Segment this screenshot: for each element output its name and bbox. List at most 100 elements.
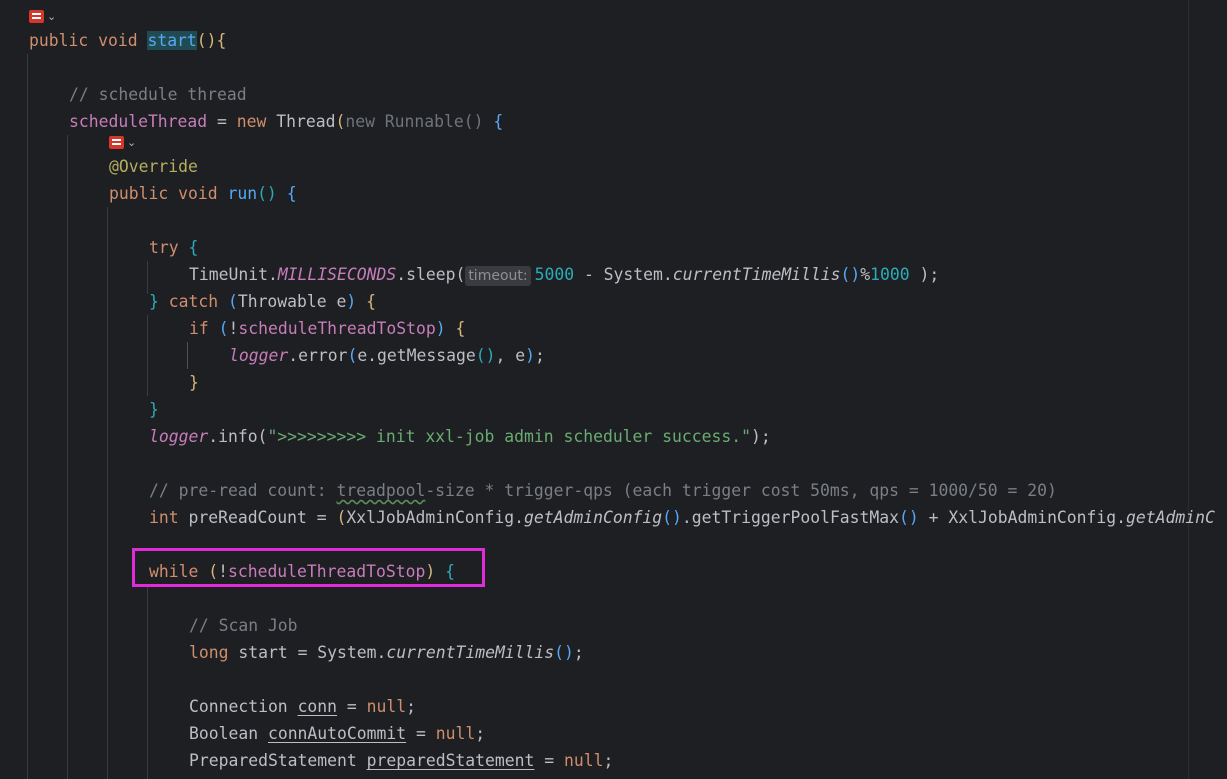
punctuation: );: [750, 427, 771, 446]
implementation-marker[interactable]: ⌄: [109, 136, 136, 149]
annotation: @Override: [109, 157, 198, 176]
class-name[interactable]: XxlJobAdminConfig.: [346, 508, 524, 527]
code-line: scheduleThread = new Thread(new Runnable…: [69, 108, 503, 135]
paren: (): [899, 508, 919, 527]
method-call[interactable]: e.getMessage: [357, 346, 475, 365]
code-line: TimeUnit.MILLISECONDS.sleep(timeout: 5000…: [189, 261, 939, 288]
method-call[interactable]: .sleep(: [396, 265, 465, 284]
code-line: Boolean connAutoCommit = null;: [189, 720, 485, 747]
code-editor[interactable]: ⌄ ⌄ public void start(){ // schedule thr…: [0, 0, 1227, 779]
class-name[interactable]: Runnable(): [375, 112, 493, 131]
brace: {: [286, 184, 297, 203]
brace: {: [493, 112, 504, 131]
class-name[interactable]: - System.: [574, 265, 673, 284]
method-name[interactable]: run: [227, 184, 257, 203]
indent-guide: [147, 315, 148, 396]
keyword: void: [98, 31, 138, 50]
method-call[interactable]: .error: [288, 346, 347, 365]
paren: (: [336, 508, 347, 527]
brace: }: [149, 292, 159, 311]
keyword: int: [149, 508, 179, 527]
right-margin-guide: [1188, 0, 1189, 779]
comment: // pre-read count:: [149, 481, 337, 500]
static-method[interactable]: getAdminConfig: [524, 508, 662, 527]
method-call[interactable]: .info(: [208, 427, 267, 446]
string-literal: ">>>>>>>>> init xxl-job admin scheduler …: [267, 427, 751, 446]
punctuation: ;: [406, 697, 417, 716]
code-line: Connection conn = null;: [189, 693, 416, 720]
keyword: long: [189, 643, 229, 662]
keyword: new: [345, 112, 375, 131]
method-call[interactable]: .getTriggerPoolFastMax: [682, 508, 899, 527]
comment: -size * trigger-qps (each trigger cost 5…: [425, 481, 1057, 500]
class-name[interactable]: + XxlJobAdminConfig.: [919, 508, 1126, 527]
code-line: try {: [149, 234, 198, 261]
paren: ): [346, 292, 357, 311]
code-line: logger.error(e.getMessage(), e);: [229, 342, 545, 369]
keyword: null: [435, 724, 476, 743]
chevron-down-icon[interactable]: ⌄: [47, 10, 56, 23]
keyword: catch: [158, 292, 228, 311]
code-line: } catch (Throwable e) {: [149, 288, 376, 315]
static-field[interactable]: logger: [149, 427, 208, 446]
code-line: public void run() {: [109, 180, 297, 207]
number: 1000: [870, 265, 910, 284]
brace: (){: [196, 31, 227, 50]
paren: (: [218, 319, 229, 338]
punctuation: );: [909, 265, 940, 284]
paren: (): [662, 508, 682, 527]
class-name[interactable]: TimeUnit.: [189, 265, 278, 284]
operator: =: [406, 724, 436, 743]
paren: (): [840, 265, 861, 284]
code-line: PreparedStatement preparedStatement = nu…: [189, 747, 613, 774]
static-method[interactable]: getAdminC: [1126, 508, 1215, 527]
method-name[interactable]: start: [147, 31, 197, 50]
implementation-marker[interactable]: ⌄: [29, 10, 56, 23]
static-method[interactable]: currentTimeMillis: [673, 265, 841, 284]
static-method[interactable]: currentTimeMillis: [386, 643, 554, 662]
paren: (): [554, 643, 574, 662]
field[interactable]: scheduleThreadToStop: [238, 319, 435, 338]
operator: =: [207, 112, 237, 131]
brace: {: [188, 238, 199, 257]
variable[interactable]: conn: [298, 697, 337, 716]
keyword: void: [178, 184, 218, 203]
code-line: public void start(){: [29, 27, 226, 54]
code-line: // schedule thread: [69, 81, 247, 108]
paren: ): [435, 319, 446, 338]
paren: ): [525, 346, 535, 365]
parameter-hint: timeout:: [465, 266, 531, 286]
static-field[interactable]: MILLISECONDS: [278, 265, 396, 284]
keyword: null: [366, 697, 407, 716]
number: 5000: [534, 265, 575, 284]
variable[interactable]: preReadCount =: [188, 508, 336, 527]
variable[interactable]: connAutoCommit: [268, 724, 406, 743]
keyword: try: [149, 238, 179, 257]
static-field[interactable]: logger: [229, 346, 288, 365]
class-name[interactable]: Thread: [266, 112, 335, 131]
indent-guide: [147, 585, 148, 779]
variable[interactable]: preparedStatement: [367, 751, 535, 770]
comment-typo[interactable]: treadpool: [337, 481, 426, 500]
keyword: new: [236, 112, 267, 131]
paren: (: [347, 346, 358, 365]
comment: // Scan Job: [189, 616, 298, 635]
field[interactable]: scheduleThread: [69, 112, 207, 131]
indent-guide: [27, 54, 28, 779]
implementation-marker-icon[interactable]: [109, 136, 124, 149]
parameter[interactable]: Throwable e: [238, 292, 347, 311]
keyword: public: [29, 31, 89, 50]
class-name[interactable]: Boolean: [189, 724, 268, 743]
code-line: if (!scheduleThreadToStop) {: [189, 315, 465, 342]
paren: (: [335, 112, 346, 131]
punctuation: ;: [475, 724, 486, 743]
class-name[interactable]: PreparedStatement: [189, 751, 367, 770]
chevron-down-icon[interactable]: ⌄: [127, 136, 136, 149]
punctuation: ;: [573, 643, 584, 662]
indent-guide: [107, 207, 108, 779]
variable[interactable]: start = System.: [238, 643, 386, 662]
class-name[interactable]: Connection: [189, 697, 298, 716]
implementation-marker-icon[interactable]: [29, 10, 44, 23]
keyword: public: [109, 184, 169, 203]
paren: (: [227, 292, 238, 311]
